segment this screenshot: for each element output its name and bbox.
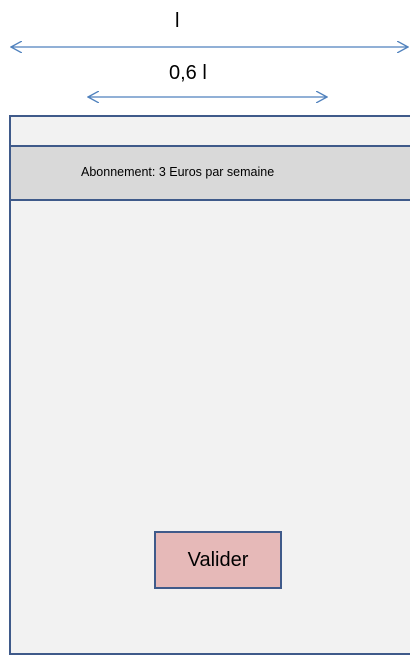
screen-frame: Abonnement: 3 Euros par semaine Valider [9,115,410,655]
subscription-bar: Abonnement: 3 Euros par semaine [11,147,410,201]
partial-width-label: 0,6 l [169,62,207,84]
subscription-text: Abonnement: 3 Euros par semaine [81,165,275,179]
full-width-label: l [175,10,180,32]
screen-header [11,117,410,147]
validate-button[interactable]: Valider [154,531,282,589]
dimension-arrows [0,0,410,120]
